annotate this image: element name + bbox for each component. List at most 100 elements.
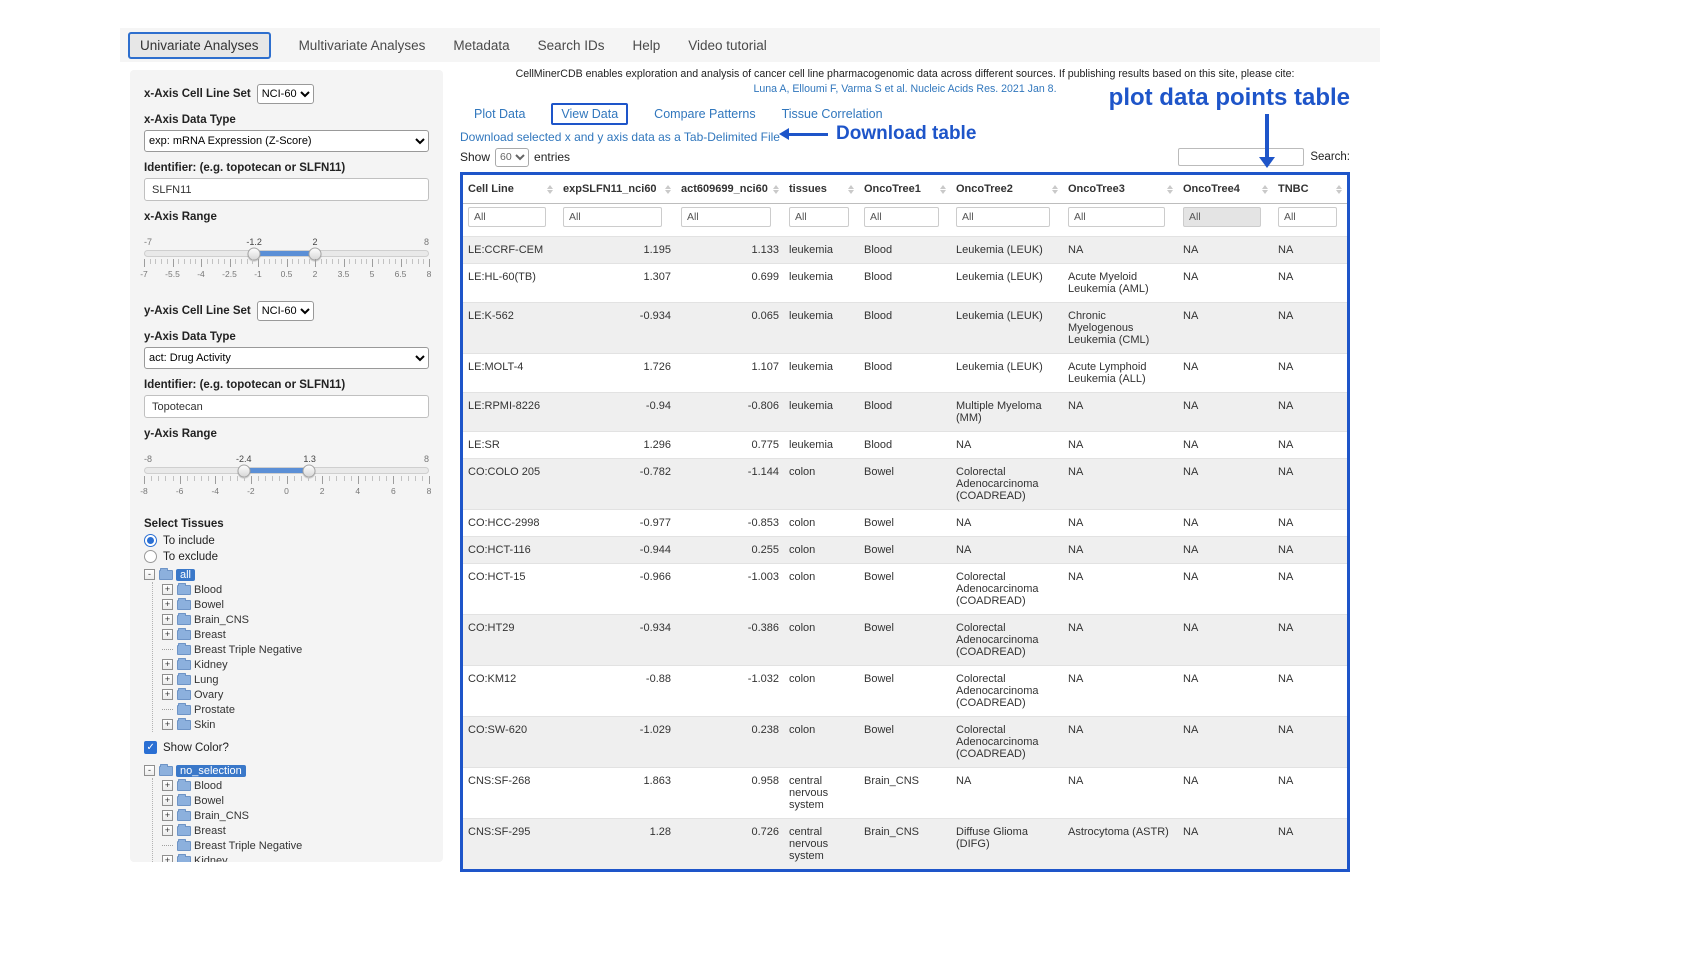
- tree-root-no-selection[interactable]: - no_selection: [144, 763, 429, 778]
- y-data-type-select[interactable]: act: Drug Activity: [144, 347, 429, 369]
- tree-item-brain-cns[interactable]: +Brain_CNS: [162, 808, 429, 823]
- tree-root-all[interactable]: - all: [144, 567, 429, 582]
- tree-item-kidney[interactable]: +Kidney: [162, 853, 429, 862]
- x-data-type-select[interactable]: exp: mRNA Expression (Z-Score): [144, 130, 429, 152]
- tissue-radio-to-exclude[interactable]: To exclude: [144, 550, 429, 563]
- sort-icon[interactable]: [1336, 185, 1342, 194]
- column-filter-oncotree1[interactable]: [864, 207, 939, 227]
- nav-tab-univariate-analyses[interactable]: Univariate Analyses: [128, 32, 271, 59]
- column-header-tnbc[interactable]: TNBC: [1273, 175, 1347, 204]
- expand-icon[interactable]: +: [162, 599, 173, 610]
- slider-range-bar[interactable]: [254, 251, 314, 256]
- sort-icon[interactable]: [940, 185, 946, 194]
- expand-icon[interactable]: +: [162, 659, 173, 670]
- nav-tab-search-ids[interactable]: Search IDs: [538, 38, 605, 53]
- tree-item-ovary[interactable]: +Ovary: [162, 687, 429, 702]
- table-row[interactable]: CNS:SF-2951.280.726central nervous syste…: [463, 819, 1347, 870]
- column-filter-oncotree2[interactable]: [956, 207, 1050, 227]
- table-row[interactable]: CO:COLO 205-0.782-1.144colonBowelColorec…: [463, 459, 1347, 510]
- column-filter-tissues[interactable]: [789, 207, 849, 227]
- y-cell-line-set-select[interactable]: NCI-60: [257, 301, 314, 321]
- table-row[interactable]: LE:SR1.2960.775leukemiaBloodNANANANA: [463, 432, 1347, 459]
- column-filter-oncotree3[interactable]: [1068, 207, 1165, 227]
- tree-item-brain-cns[interactable]: +Brain_CNS: [162, 612, 429, 627]
- slider-track[interactable]: [144, 250, 429, 257]
- column-header-tissues[interactable]: tissues: [784, 175, 859, 204]
- citation-link[interactable]: Luna A, Elloumi F, Varma S et al. Nuclei…: [753, 83, 1056, 96]
- table-row[interactable]: LE:MOLT-41.7261.107leukemiaBloodLeukemia…: [463, 354, 1347, 393]
- column-header-act609699-nci60[interactable]: act609699_nci60: [676, 175, 784, 204]
- nav-tab-multivariate-analyses[interactable]: Multivariate Analyses: [299, 38, 426, 53]
- table-row[interactable]: LE:HL-60(TB)1.3070.699leukemiaBloodLeuke…: [463, 264, 1347, 303]
- tree-root-label[interactable]: all: [176, 569, 195, 581]
- sort-icon[interactable]: [773, 185, 779, 194]
- x-cell-line-set-select[interactable]: NCI-60: [257, 84, 314, 104]
- expand-icon[interactable]: +: [162, 674, 173, 685]
- table-row[interactable]: LE:K-562-0.9340.065leukemiaBloodLeukemia…: [463, 303, 1347, 354]
- tree-item-blood[interactable]: +Blood: [162, 778, 429, 793]
- expand-icon[interactable]: +: [162, 614, 173, 625]
- tree-item-breast[interactable]: +Breast: [162, 823, 429, 838]
- column-header-oncotree3[interactable]: OncoTree3: [1063, 175, 1178, 204]
- tree-item-blood[interactable]: +Blood: [162, 582, 429, 597]
- sort-icon[interactable]: [848, 185, 854, 194]
- sort-icon[interactable]: [547, 185, 553, 194]
- expand-icon[interactable]: +: [162, 629, 173, 640]
- table-row[interactable]: CO:HCT-15-0.966-1.003colonBowelColorecta…: [463, 564, 1347, 615]
- column-header-expslfn11-nci60[interactable]: expSLFN11_nci60: [558, 175, 676, 204]
- sort-icon[interactable]: [1262, 185, 1268, 194]
- tree-item-bowel[interactable]: +Bowel: [162, 793, 429, 808]
- table-row[interactable]: CO:HCT-116-0.9440.255colonBowelNANANANA: [463, 537, 1347, 564]
- table-row[interactable]: CO:HCC-2998-0.977-0.853colonBowelNANANAN…: [463, 510, 1347, 537]
- expand-icon[interactable]: +: [162, 795, 173, 806]
- expand-icon[interactable]: +: [162, 719, 173, 730]
- slider-track[interactable]: [144, 467, 429, 474]
- tab-plot-data[interactable]: Plot Data: [474, 107, 525, 121]
- download-link[interactable]: Download selected x and y axis data as a…: [460, 130, 780, 144]
- show-color-row[interactable]: Show Color?: [144, 741, 429, 754]
- table-row[interactable]: LE:CCRF-CEM1.1951.133leukemiaBloodLeukem…: [463, 237, 1347, 264]
- tree-item-lung[interactable]: +Lung: [162, 672, 429, 687]
- search-input[interactable]: [1178, 148, 1304, 166]
- slider-range-bar[interactable]: [244, 468, 309, 473]
- column-header-oncotree1[interactable]: OncoTree1: [859, 175, 951, 204]
- tab-compare-patterns[interactable]: Compare Patterns: [654, 107, 755, 121]
- tree-item-breast[interactable]: +Breast: [162, 627, 429, 642]
- column-filter-act609699-nci60[interactable]: [681, 207, 771, 227]
- x-identifier-input[interactable]: [144, 178, 429, 201]
- nav-tab-metadata[interactable]: Metadata: [453, 38, 509, 53]
- column-filter-cell-line[interactable]: [468, 207, 546, 227]
- tree-item-breast-triple-negative[interactable]: Breast Triple Negative: [162, 642, 429, 657]
- tab-view-data[interactable]: View Data: [551, 103, 628, 125]
- tree-root-label[interactable]: no_selection: [176, 765, 246, 777]
- sort-icon[interactable]: [665, 185, 671, 194]
- column-header-cell-line[interactable]: Cell Line: [463, 175, 558, 204]
- expand-icon[interactable]: +: [162, 810, 173, 821]
- entries-select[interactable]: 60: [495, 148, 529, 167]
- tree-item-prostate[interactable]: Prostate: [162, 702, 429, 717]
- table-row[interactable]: CO:SW-620-1.0290.238colonBowelColorectal…: [463, 717, 1347, 768]
- collapse-icon[interactable]: -: [144, 569, 155, 580]
- x-axis-range-slider[interactable]: -7-1.228-7-5.5-4-2.5-10.523.556.58: [144, 237, 429, 279]
- radio-icon[interactable]: [144, 550, 157, 563]
- y-axis-range-slider[interactable]: -8-2.41.38-8-6-4-202468: [144, 454, 429, 496]
- collapse-icon[interactable]: -: [144, 765, 155, 776]
- sort-icon[interactable]: [1167, 185, 1173, 194]
- column-header-oncotree4[interactable]: OncoTree4: [1178, 175, 1273, 204]
- column-filter-expslfn11-nci60[interactable]: [563, 207, 662, 227]
- tissue-radio-to-include[interactable]: To include: [144, 534, 429, 547]
- tab-tissue-correlation[interactable]: Tissue Correlation: [782, 107, 883, 121]
- column-filter-oncotree4[interactable]: [1183, 207, 1261, 227]
- expand-icon[interactable]: +: [162, 825, 173, 836]
- nav-tab-help[interactable]: Help: [632, 38, 660, 53]
- expand-icon[interactable]: +: [162, 780, 173, 791]
- show-color-checkbox[interactable]: [144, 741, 157, 754]
- table-row[interactable]: LE:RPMI-8226-0.94-0.806leukemiaBloodMult…: [463, 393, 1347, 432]
- tree-item-skin[interactable]: +Skin: [162, 717, 429, 732]
- radio-icon[interactable]: [144, 534, 157, 547]
- expand-icon[interactable]: +: [162, 584, 173, 595]
- table-row[interactable]: CO:HT29-0.934-0.386colonBowelColorectal …: [463, 615, 1347, 666]
- nav-tab-video-tutorial[interactable]: Video tutorial: [688, 38, 767, 53]
- column-header-oncotree2[interactable]: OncoTree2: [951, 175, 1063, 204]
- expand-icon[interactable]: +: [162, 855, 173, 862]
